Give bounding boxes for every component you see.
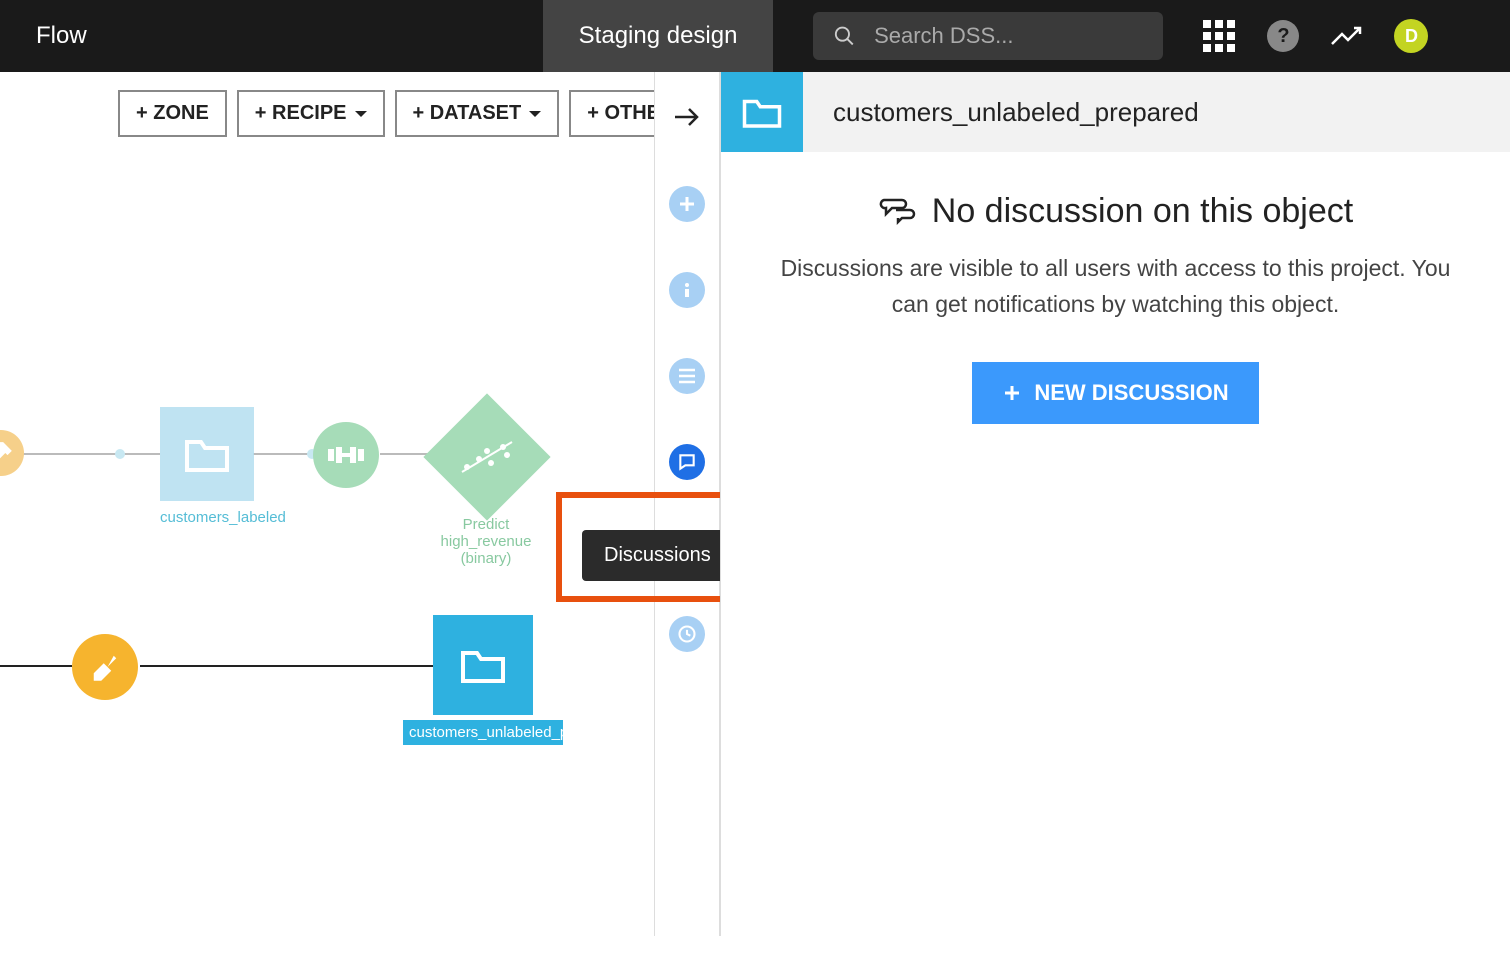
help-icon: ? (1267, 20, 1299, 52)
node-label: customers_labeled (160, 509, 286, 526)
panel-header: customers_unlabeled_prepared (721, 72, 1510, 152)
panel-heading: No discussion on this object (751, 192, 1480, 231)
chat-icon (677, 452, 697, 472)
rail-history-button[interactable] (669, 616, 705, 652)
avatar[interactable]: D (1389, 14, 1433, 58)
plus-icon (1002, 383, 1022, 403)
panel-description: Discussions are visible to all users wit… (751, 251, 1480, 322)
broom-icon (90, 652, 120, 682)
dataset-customers-unlabeled-prepared[interactable]: customers_unlabeled_prepared (436, 618, 563, 745)
arrow-right-icon (673, 106, 701, 128)
collapse-panel-button[interactable] (673, 102, 701, 136)
trend-icon (1330, 24, 1364, 48)
node-label: customers_unlabeled_prepared (403, 720, 563, 745)
recipe-prepare[interactable] (72, 634, 138, 700)
new-discussion-label: NEW DISCUSSION (1034, 380, 1228, 406)
rail-add-button[interactable] (669, 186, 705, 222)
panel-body: No discussion on this object Discussions… (721, 152, 1510, 464)
panel-title: customers_unlabeled_prepared (803, 97, 1199, 128)
scatter-icon (457, 437, 517, 477)
broom-icon (0, 440, 14, 466)
recipe-prepare-faded[interactable] (0, 430, 24, 476)
folder-icon (741, 94, 783, 130)
dataset-icon-tile (721, 72, 803, 152)
new-discussion-button[interactable]: NEW DISCUSSION (972, 362, 1258, 424)
dumbbell-icon (328, 445, 364, 465)
plus-icon (678, 195, 696, 213)
rail-discussions-button[interactable] (669, 444, 705, 480)
right-panel: customers_unlabeled_prepared No discussi… (720, 72, 1510, 936)
apps-button[interactable] (1197, 14, 1241, 58)
search-input[interactable] (874, 23, 1143, 49)
apps-grid-icon (1203, 20, 1235, 52)
folder-icon (459, 645, 507, 685)
top-bar: Flow Staging design ? D (0, 0, 1510, 72)
chat-bubbles-icon (878, 194, 918, 230)
list-icon (677, 368, 697, 384)
model-predict-high-revenue[interactable]: Predict high_revenue (binary) (442, 412, 556, 567)
clock-icon (677, 624, 697, 644)
folder-icon (183, 434, 231, 474)
tab-staging-design[interactable]: Staging design (543, 0, 774, 72)
avatar-initial: D (1394, 19, 1428, 53)
rail-info-button[interactable] (669, 272, 705, 308)
activity-button[interactable] (1325, 14, 1369, 58)
tab-flow[interactable]: Flow (0, 0, 123, 72)
search-box[interactable] (813, 12, 1163, 60)
node-label: Predict high_revenue (binary) (416, 516, 556, 567)
dataset-customers-labeled[interactable]: customers_labeled (160, 407, 286, 526)
panel-heading-text: No discussion on this object (932, 192, 1353, 231)
search-icon (833, 23, 856, 49)
recipe-train[interactable] (313, 422, 379, 488)
info-icon (678, 281, 696, 299)
help-button[interactable]: ? (1261, 14, 1305, 58)
rail-schema-button[interactable] (669, 358, 705, 394)
